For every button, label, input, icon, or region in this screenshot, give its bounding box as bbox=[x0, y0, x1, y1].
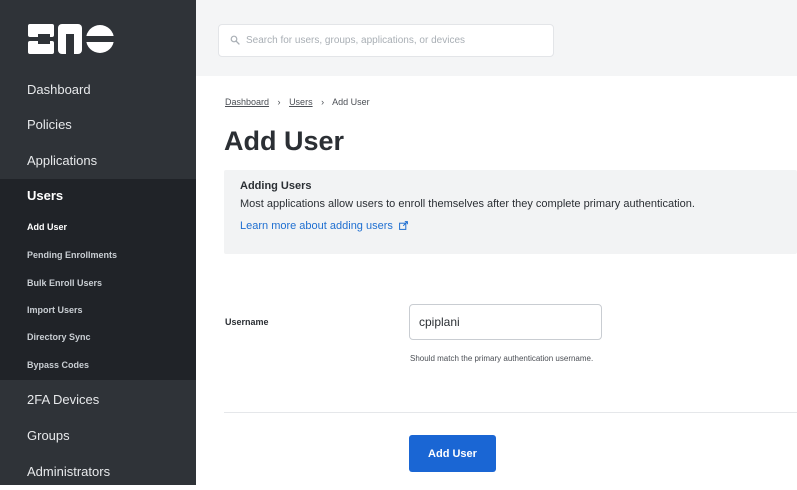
sidebar-item-2fa-devices[interactable]: 2FA Devices bbox=[0, 382, 196, 418]
sidebar-item-label: Administrators bbox=[27, 464, 111, 479]
sidebar-item-dashboard[interactable]: Dashboard bbox=[0, 72, 196, 108]
sidebar-subitem-add-user[interactable]: Add User bbox=[27, 222, 67, 232]
sidebar-subitem-import-users[interactable]: Import Users bbox=[27, 305, 83, 315]
search-placeholder: Search for users, groups, applications, … bbox=[246, 35, 465, 46]
sidebar-subitem-label: Import Users bbox=[27, 305, 83, 315]
breadcrumb-users[interactable]: Users bbox=[289, 97, 313, 107]
sidebar-subitem-bulk-enroll-users[interactable]: Bulk Enroll Users bbox=[27, 278, 102, 288]
sidebar-item-label: Applications bbox=[27, 153, 98, 168]
sidebar-item-policies[interactable]: Policies bbox=[0, 107, 196, 143]
sidebar-item-applications[interactable]: Applications bbox=[0, 143, 196, 179]
sidebar-subitem-label: Bulk Enroll Users bbox=[27, 278, 103, 288]
username-label: Username bbox=[225, 317, 269, 327]
sidebar-subitem-label: Pending Enrollments bbox=[27, 250, 118, 260]
info-title: Adding Users bbox=[240, 180, 312, 192]
username-help-text: Should match the primary authentication … bbox=[410, 354, 594, 363]
top-bar: Search for users, groups, applications, … bbox=[196, 0, 797, 76]
info-box: Adding Users Most applications allow use… bbox=[224, 170, 797, 254]
search-input[interactable]: Search for users, groups, applications, … bbox=[218, 24, 554, 57]
sidebar-subitem-pending-enrollments[interactable]: Pending Enrollments bbox=[27, 250, 117, 260]
sidebar-item-label: Groups bbox=[27, 428, 70, 443]
info-text: Most applications allow users to enroll … bbox=[240, 198, 695, 210]
sidebar-subitem-label: Bypass Codes bbox=[27, 360, 90, 370]
sidebar-item-groups[interactable]: Groups bbox=[0, 418, 196, 454]
learn-more-link-text: Learn more about adding users bbox=[240, 220, 393, 232]
sidebar-item-users[interactable]: Users bbox=[27, 188, 63, 203]
sidebar-subitem-label: Add User bbox=[27, 222, 68, 232]
sidebar-subitem-label: Directory Sync bbox=[27, 332, 91, 342]
external-link-icon bbox=[399, 221, 408, 230]
sidebar-item-label: Policies bbox=[27, 117, 72, 132]
sidebar-subitem-bypass-codes[interactable]: Bypass Codes bbox=[27, 360, 89, 370]
divider bbox=[224, 412, 797, 413]
page-title: Add User bbox=[224, 126, 345, 156]
add-user-button[interactable]: Add User bbox=[409, 435, 496, 472]
chevron-right-icon: › bbox=[321, 97, 325, 107]
sidebar-item-label: Users bbox=[27, 188, 64, 203]
breadcrumb-current: Add User bbox=[332, 97, 370, 107]
sidebar-users-group: Users Add User Pending Enrollments Bulk … bbox=[0, 179, 196, 380]
sidebar-item-label: 2FA Devices bbox=[27, 392, 100, 407]
sidebar-subitem-directory-sync[interactable]: Directory Sync bbox=[27, 332, 91, 342]
search-icon bbox=[230, 35, 240, 45]
breadcrumb: Dashboard › Users › Add User bbox=[225, 97, 370, 107]
sidebar: Dashboard Policies Applications Users Ad… bbox=[0, 0, 196, 485]
breadcrumb-dashboard[interactable]: Dashboard bbox=[225, 97, 269, 107]
sidebar-item-label: Dashboard bbox=[27, 82, 91, 97]
learn-more-link[interactable]: Learn more about adding users bbox=[240, 220, 408, 232]
chevron-right-icon: › bbox=[277, 97, 281, 107]
duo-logo[interactable] bbox=[28, 24, 114, 54]
username-field[interactable] bbox=[409, 304, 602, 340]
